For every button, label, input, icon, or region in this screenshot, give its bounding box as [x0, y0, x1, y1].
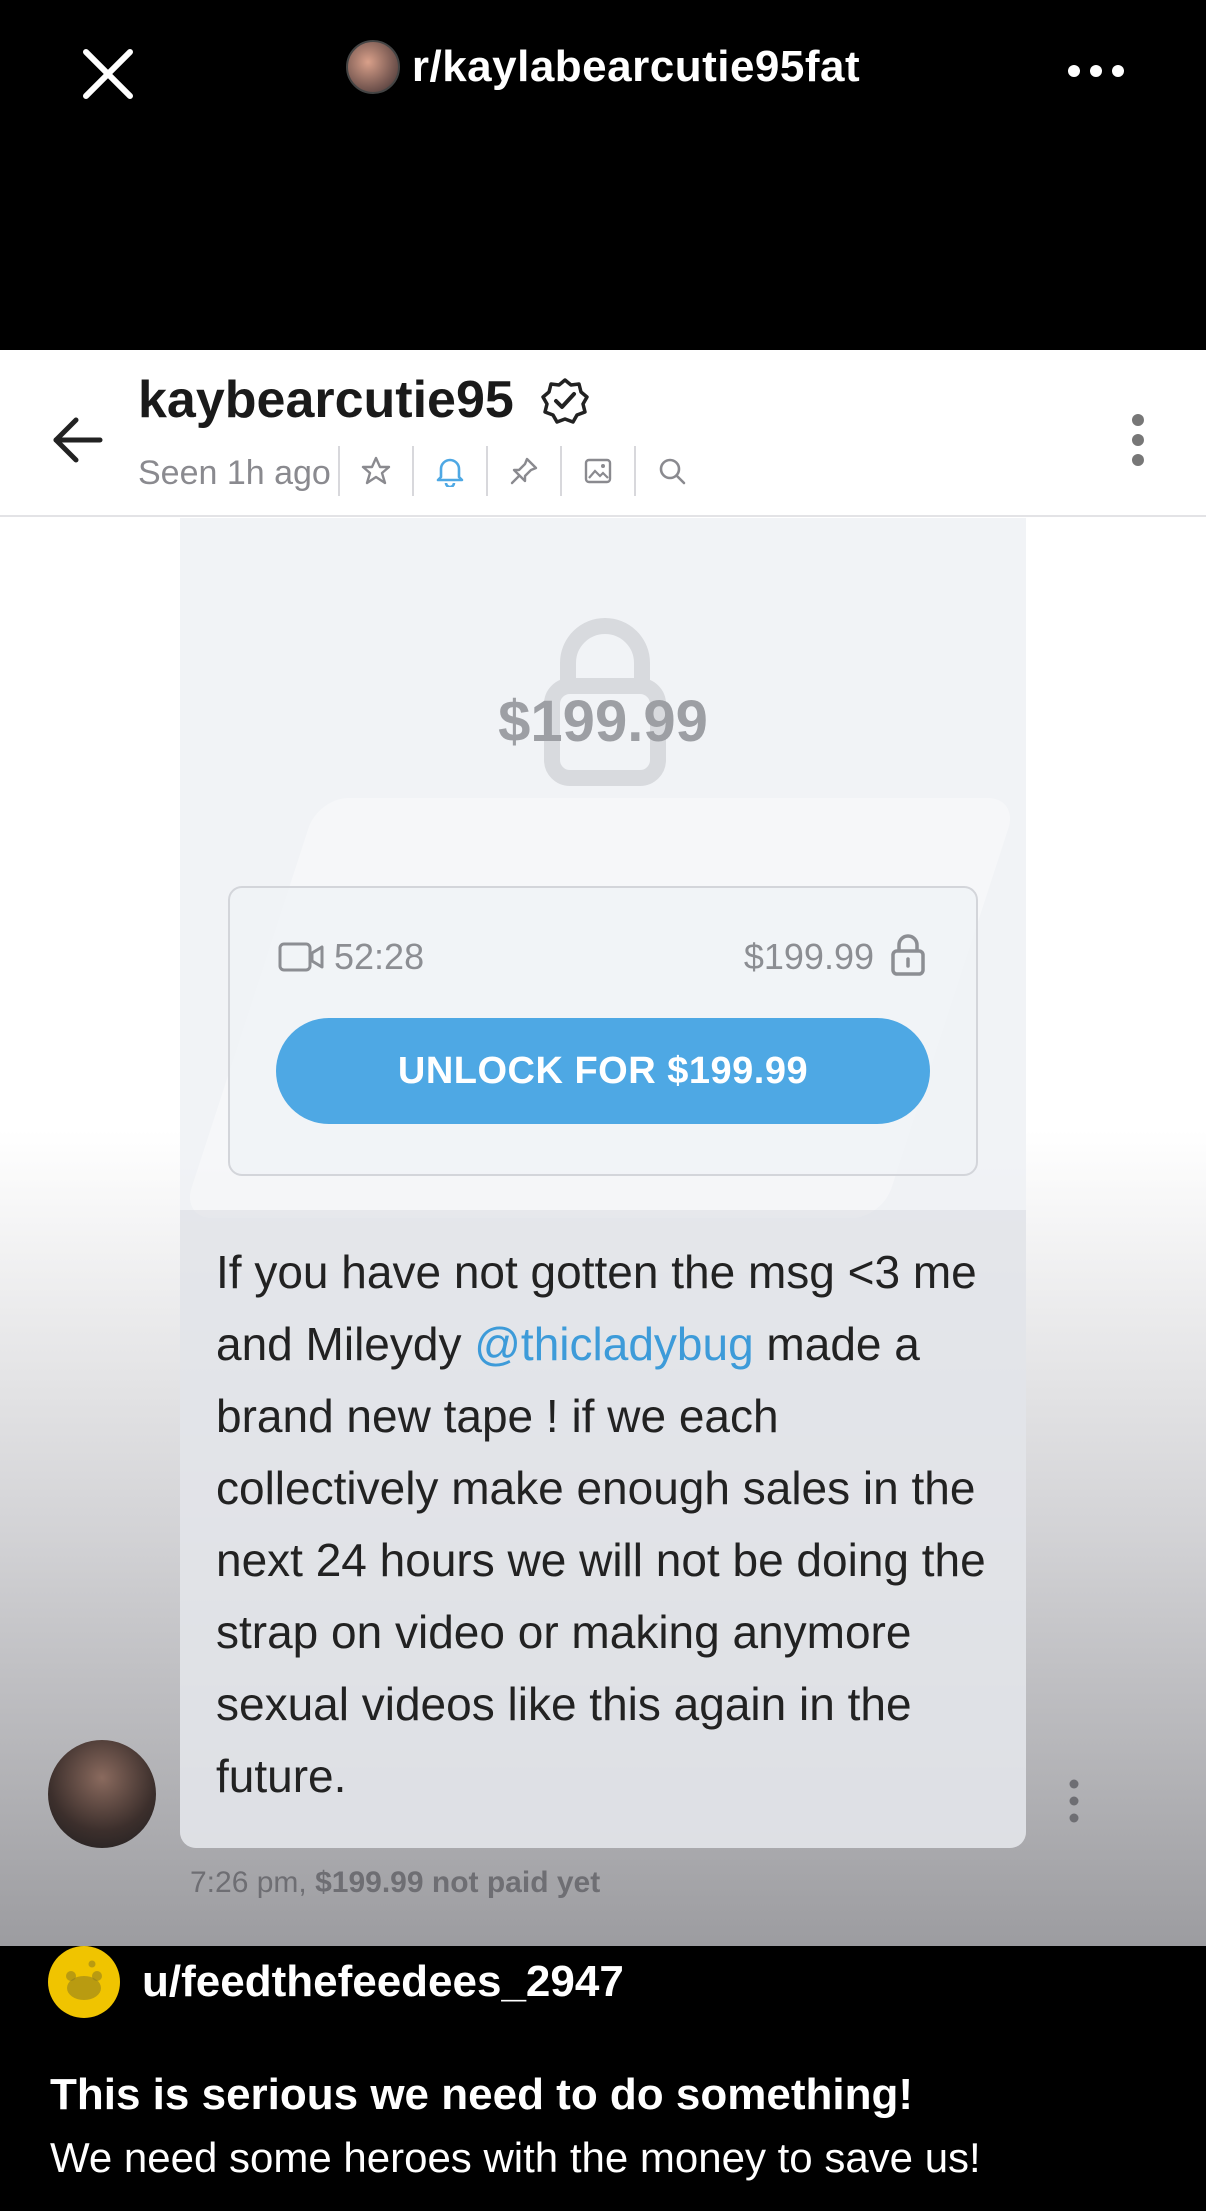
payment-status: not paid yet [431, 1866, 601, 1899]
chat-header: kaybearcutie95 Seen 1h ago [0, 350, 1206, 517]
subreddit-header[interactable]: r/kaylabearcutie95fat [0, 40, 1206, 94]
subreddit-name[interactable]: r/kaylabearcutie95fat [412, 42, 860, 92]
mention-link[interactable]: @thicladybug [474, 1318, 753, 1370]
locked-price: $199.99 [498, 689, 708, 754]
message-bubble: $199.99 52:28 $199.99 UNLOCK FOR $199.99… [180, 518, 1026, 1848]
unlock-button[interactable]: UNLOCK FOR $199.99 [276, 1018, 930, 1124]
user-avatar[interactable] [48, 1946, 120, 2018]
post-body: We need some heroes with the money to sa… [50, 2134, 981, 2181]
small-lock-icon [891, 934, 925, 976]
snoo-icon [66, 1960, 102, 2000]
message-options-icon[interactable] [1062, 1776, 1086, 1826]
pin-icon[interactable] [486, 446, 560, 496]
message-meta: 7:26 pm, $199.99 not paid yet [190, 1866, 600, 1900]
message-text-part: made a brand new tape ! if we each colle… [216, 1318, 986, 1802]
star-icon[interactable] [338, 446, 412, 496]
back-arrow-icon[interactable] [48, 410, 108, 470]
last-seen-status: Seen 1h ago [138, 454, 331, 492]
meta-price: $199.99 [315, 1866, 424, 1899]
more-icon[interactable] [1066, 56, 1126, 86]
chat-username[interactable]: kaybearcutie95 [138, 370, 514, 430]
chat-options-icon[interactable] [1118, 410, 1158, 470]
media-price: $199.99 [743, 936, 874, 977]
verified-badge-icon [541, 378, 589, 424]
video-icon [278, 942, 324, 972]
post-author[interactable]: u/feedthefeedees_2947 [48, 1946, 624, 2018]
message-text: If you have not gotten the msg <3 me and… [216, 1236, 1006, 1812]
post-username[interactable]: u/feedthefeedees_2947 [142, 1957, 624, 2007]
search-icon[interactable] [634, 446, 708, 496]
subreddit-avatar [345, 40, 400, 94]
paid-media-box: 52:28 $199.99 UNLOCK FOR $199.99 [228, 886, 978, 1176]
bell-icon[interactable] [412, 446, 486, 496]
video-duration: 52:28 [334, 936, 425, 977]
post-title: This is serious we need to do something! [50, 2070, 914, 2119]
post-image: kaybearcutie95 Seen 1h ago $199.99 52:28… [0, 350, 1206, 1946]
message-time: 7:26 pm, [190, 1866, 307, 1899]
chat-header-actions [338, 446, 708, 496]
sender-avatar[interactable] [48, 1740, 156, 1848]
post-caption: u/feedthefeedees_2947 This is serious we… [0, 1946, 1206, 2211]
image-icon[interactable] [560, 446, 634, 496]
top-bar: r/kaylabearcutie95fat [0, 0, 1206, 350]
